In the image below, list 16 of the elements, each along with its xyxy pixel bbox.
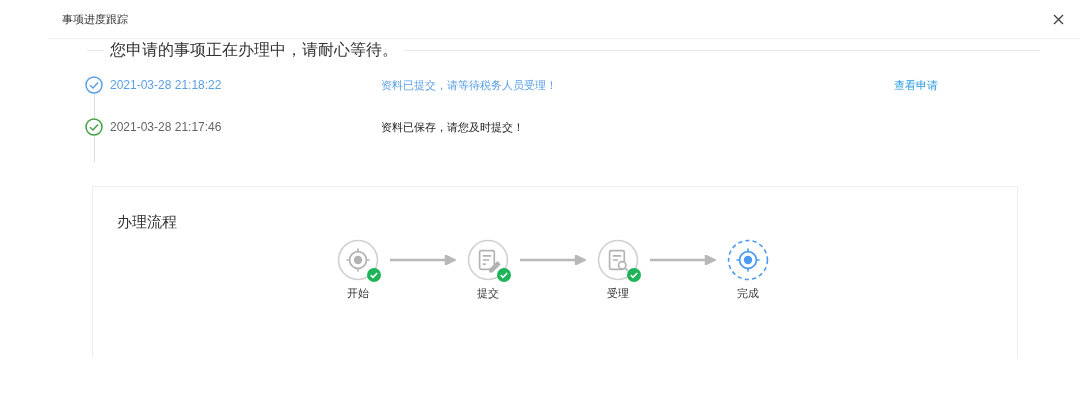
arrow-icon [520,255,586,265]
step-label: 受理 [607,286,629,301]
close-icon [1052,13,1064,25]
dialog-title: 事项进度跟踪 [62,11,128,27]
step-label: 完成 [737,286,759,301]
timestamp: 2021-03-28 21:18:22 [110,77,223,94]
status-message: 资料已保存，请您及时提交！ [381,120,525,135]
timestamp: 2021-03-28 21:17:46 [110,119,223,136]
arrow-icon [390,255,456,265]
step-label: 开始 [347,286,369,301]
status-heading: 您申请的事项正在办理中，请耐心等待。 [109,40,399,60]
view-application-link[interactable]: 查看申请 [894,76,938,118]
step-label: 提交 [477,286,499,301]
status-message: 资料已提交，请等待税务人员受理！ [381,78,558,93]
arrow-icon [650,255,716,265]
process-title: 办理流程 [117,212,178,232]
